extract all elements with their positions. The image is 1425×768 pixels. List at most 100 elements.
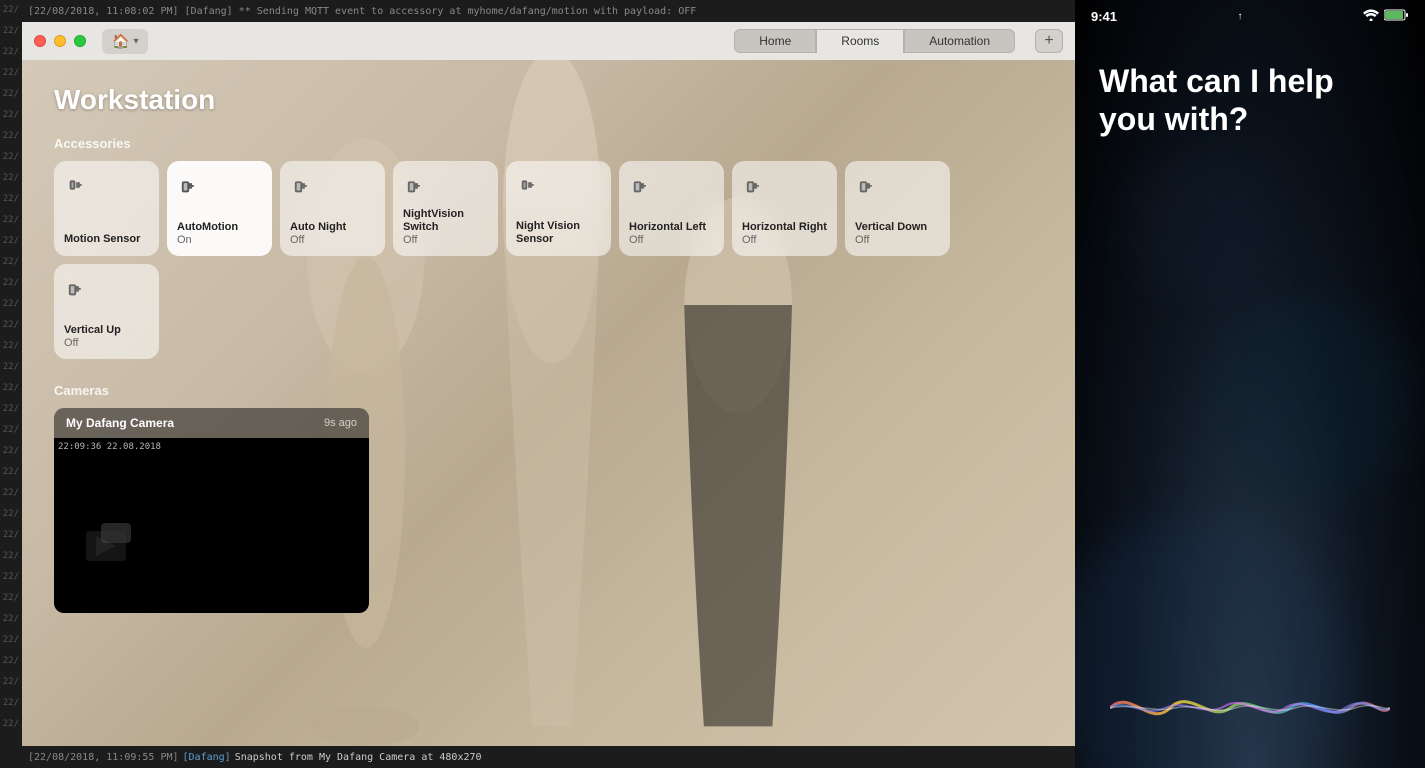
nightvision-switch-status: Off [403, 234, 488, 246]
siri-overlay: 9:41 ↑ [1075, 0, 1425, 768]
mac-window: [22/08/2018, 11:08:02 PM] [Dafang] ** Se… [22, 0, 1075, 768]
line-num: 22/ [0, 126, 22, 147]
iphone-time: 9:41 [1091, 9, 1117, 24]
motion-sensor-icon [64, 171, 92, 199]
line-num: 22/ [0, 630, 22, 651]
accessory-auto-night[interactable]: Auto Night Off [280, 161, 385, 256]
line-num: 22/ [0, 651, 22, 672]
cameras-label: Cameras [54, 383, 1043, 398]
accessory-horizontal-right[interactable]: Horizontal Right Off [732, 161, 837, 256]
tab-rooms[interactable]: Rooms [816, 29, 904, 53]
night-vision-sensor-name: Night Vision Sensor [516, 220, 601, 246]
line-num: 22/ [0, 21, 22, 42]
vertical-down-status: Off [855, 234, 940, 246]
log-timestamp: [22/08/2018, 11:08:02 PM] [Dafang] ** Se… [28, 6, 696, 17]
camera-time-ago: 9s ago [324, 417, 357, 429]
tab-automation[interactable]: Automation [904, 29, 1015, 53]
accessory-vertical-down[interactable]: Vertical Down Off [845, 161, 950, 256]
location-icon: ↑ [1238, 11, 1243, 22]
camera-card-dafang[interactable]: My Dafang Camera 9s ago 22:09:36 22.08.2… [54, 408, 369, 613]
camera-name: My Dafang Camera [66, 416, 174, 430]
bottom-log-timestamp: [22/08/2018, 11:09:55 PM] [28, 752, 179, 763]
horizontal-left-status: Off [629, 234, 714, 246]
siri-wave-svg [1110, 668, 1390, 748]
night-vision-sensor-icon [516, 171, 544, 199]
line-num: 22/ [0, 420, 22, 441]
horizontal-right-status: Off [742, 234, 827, 246]
line-num: 22/ [0, 462, 22, 483]
line-num: 22/ [0, 105, 22, 126]
siri-panel: 9:41 ↑ [1075, 0, 1425, 768]
room-title: Workstation [54, 84, 1043, 116]
line-num: 22/ [0, 231, 22, 252]
accessory-night-vision-sensor[interactable]: Night Vision Sensor [506, 161, 611, 256]
automotion-icon [177, 171, 205, 199]
accessories-label: Accessories [54, 136, 1043, 151]
line-num: 22/ [0, 189, 22, 210]
line-num: 22/ [0, 672, 22, 693]
line-num: 22/ [0, 504, 22, 525]
line-num: 22/ [0, 147, 22, 168]
line-num: 22/ [0, 336, 22, 357]
automotion-name: AutoMotion [177, 221, 262, 234]
line-num: 22/ [0, 42, 22, 63]
siri-question: What can I help you with? [1099, 62, 1401, 139]
camera-feed[interactable]: 22:09:36 22.08.2018 [54, 438, 369, 613]
vertical-up-name: Vertical Up [64, 324, 149, 337]
siri-orb [1075, 648, 1425, 768]
cameras-grid: My Dafang Camera 9s ago 22:09:36 22.08.2… [54, 408, 1043, 613]
line-num: 22/ [0, 294, 22, 315]
accessory-motion-sensor[interactable]: Motion Sensor [54, 161, 159, 256]
line-num: 22/ [0, 315, 22, 336]
auto-night-name: Auto Night [290, 221, 375, 234]
tab-home[interactable]: Home [734, 29, 816, 53]
minimize-button[interactable] [54, 35, 66, 47]
line-num: 22/ [0, 210, 22, 231]
accessory-nightvision-switch[interactable]: NightVision Switch Off [393, 161, 498, 256]
line-num: 22/ [0, 483, 22, 504]
vertical-up-status: Off [64, 337, 149, 349]
home-icon: 🏠 [112, 33, 129, 50]
home-button[interactable]: 🏠 ▾ [102, 29, 148, 54]
line-num: 22/ [0, 567, 22, 588]
status-icons [1363, 9, 1409, 24]
vertical-down-icon [855, 171, 883, 199]
accessory-vertical-up[interactable]: Vertical Up Off [54, 264, 159, 359]
siri-question-line2: you with? [1099, 101, 1248, 137]
motion-sensor-name: Motion Sensor [64, 233, 149, 246]
homekit-main: Workstation Accessories [22, 60, 1075, 746]
nightvision-switch-name: NightVision Switch [403, 208, 488, 234]
vertical-up-icon [64, 274, 92, 302]
accessory-horizontal-left[interactable]: Horizontal Left Off [619, 161, 724, 256]
nightvision-switch-icon [403, 171, 431, 199]
line-num: 22/ [0, 399, 22, 420]
line-num: 22/ [0, 168, 22, 189]
horizontal-left-name: Horizontal Left [629, 221, 714, 234]
line-num: 22/ [0, 714, 22, 735]
fullscreen-button[interactable] [74, 35, 86, 47]
bottom-log-user: [Dafang] [183, 752, 231, 763]
wifi-icon [1363, 9, 1379, 24]
auto-night-status: Off [290, 234, 375, 246]
iphone-status-bar: 9:41 ↑ [1075, 0, 1425, 32]
content-area: Workstation Accessories [22, 60, 1075, 746]
vertical-down-name: Vertical Down [855, 221, 940, 234]
accessory-automotion[interactable]: AutoMotion On [167, 161, 272, 256]
line-num: 22/ [0, 609, 22, 630]
titlebar: 🏠 ▾ Home Rooms Automation + [22, 22, 1075, 60]
camera-header: My Dafang Camera 9s ago [54, 408, 369, 438]
line-num: 22/ [0, 63, 22, 84]
add-button[interactable]: + [1035, 29, 1063, 53]
siri-question-line1: What can I help [1099, 63, 1334, 99]
close-button[interactable] [34, 35, 46, 47]
line-num: 22/ [0, 378, 22, 399]
terminal-log-bottom: [22/08/2018, 11:09:55 PM] [Dafang] Snaps… [22, 746, 1075, 768]
automotion-status: On [177, 234, 262, 246]
nav-tabs: Home Rooms Automation [734, 29, 1015, 53]
home-chevron: ▾ [133, 36, 138, 47]
horizontal-right-name: Horizontal Right [742, 221, 827, 234]
line-num: 22/ [0, 546, 22, 567]
accessories-grid: Motion Sensor AutoMotion [54, 161, 1043, 359]
horizontal-right-icon [742, 171, 770, 199]
line-num: 22/ [0, 273, 22, 294]
